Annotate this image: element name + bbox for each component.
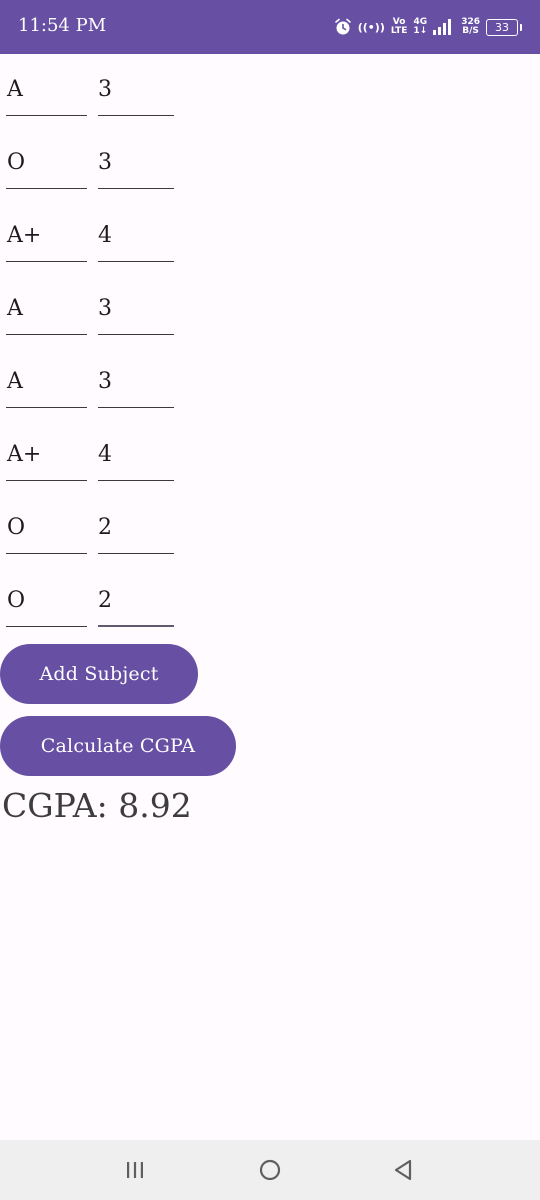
credits-input[interactable]: 3	[98, 135, 174, 189]
hotspot-icon: ((•))	[357, 20, 385, 34]
grade-input[interactable]: O	[6, 500, 87, 554]
credits-value: 3	[98, 369, 112, 394]
cgpa-result: CGPA: 8.92	[2, 786, 192, 825]
calculate-cgpa-button[interactable]: Calculate CGPA	[0, 716, 236, 776]
credits-input[interactable]: 4	[98, 427, 174, 481]
add-subject-label: Add Subject	[39, 663, 159, 685]
network-speed-unit: B/S	[462, 26, 479, 36]
network-activity-label: 1↓	[413, 26, 428, 36]
grade-input[interactable]: A	[6, 281, 87, 335]
home-icon	[259, 1159, 281, 1181]
credits-value: 4	[98, 442, 112, 467]
grade-input[interactable]: A+	[6, 208, 87, 262]
navigation-bar	[0, 1140, 540, 1200]
back-icon	[394, 1159, 412, 1181]
status-bar: 11:54 PM ((•)) Vo LTE 4G 1↓ 326 B/S 33	[0, 0, 540, 54]
signal-icon	[433, 19, 452, 35]
calculate-cgpa-label: Calculate CGPA	[40, 735, 196, 757]
subject-row: O 2	[6, 573, 206, 646]
credits-value: 2	[98, 515, 112, 540]
grade-value: A+	[7, 223, 42, 248]
subject-row: O 3	[6, 135, 206, 208]
back-button[interactable]	[388, 1155, 418, 1185]
home-button[interactable]	[255, 1155, 285, 1185]
credits-input[interactable]: 2	[98, 500, 174, 554]
grade-input[interactable]: A	[6, 62, 87, 116]
battery-level: 33	[495, 20, 509, 34]
subject-row: A 3	[6, 281, 206, 354]
credits-value: 3	[98, 296, 112, 321]
grade-value: O	[7, 515, 26, 540]
grade-value: A+	[7, 442, 42, 467]
subject-row: A+ 4	[6, 208, 206, 281]
status-icons: ((•)) Vo LTE 4G 1↓ 326 B/S 33	[334, 14, 522, 40]
credits-value: 3	[98, 77, 112, 102]
grade-value: O	[7, 588, 26, 613]
credits-input[interactable]: 2	[98, 573, 174, 627]
volte-icon: Vo LTE	[391, 18, 408, 36]
credits-input[interactable]: 3	[98, 281, 174, 335]
grade-value: A	[7, 77, 23, 102]
grade-input[interactable]: A+	[6, 427, 87, 481]
subject-row: A+ 4	[6, 427, 206, 500]
alarm-icon	[334, 18, 351, 35]
credits-value: 3	[98, 150, 112, 175]
battery-icon: 33	[486, 18, 522, 36]
add-subject-button[interactable]: Add Subject	[0, 644, 198, 704]
grade-input[interactable]: O	[6, 135, 87, 189]
grade-input[interactable]: A	[6, 354, 87, 408]
status-time: 11:54 PM	[18, 15, 107, 36]
network-speed: 326 B/S	[461, 18, 480, 36]
credits-input[interactable]: 3	[98, 354, 174, 408]
grade-value: A	[7, 369, 23, 394]
grade-input[interactable]: O	[6, 573, 87, 627]
recents-icon	[127, 1162, 143, 1178]
credits-value: 2	[98, 588, 112, 613]
recents-button[interactable]	[120, 1155, 150, 1185]
grade-value: A	[7, 296, 23, 321]
subject-list: A 3 O 3 A+ 4 A 3 A 3 A+ 4 O 2 O 2	[6, 62, 206, 646]
subject-row: A 3	[6, 62, 206, 135]
volte-bottom-label: LTE	[390, 26, 408, 36]
subject-row: O 2	[6, 500, 206, 573]
subject-row: A 3	[6, 354, 206, 427]
credits-value: 4	[98, 223, 112, 248]
credits-input[interactable]: 3	[98, 62, 174, 116]
credits-input[interactable]: 4	[98, 208, 174, 262]
grade-value: O	[7, 150, 26, 175]
network-type-indicator: 4G 1↓	[413, 18, 427, 36]
